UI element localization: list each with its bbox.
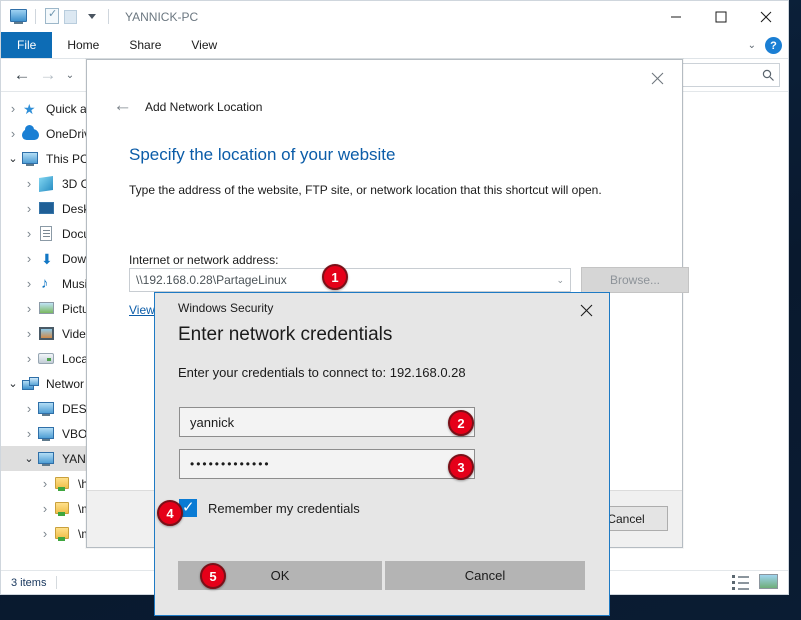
quick-access-toolbar xyxy=(1,7,115,27)
badge-5: 5 xyxy=(200,563,226,589)
window-controls xyxy=(653,1,788,32)
title-bar: YANNICK-PC xyxy=(1,1,788,32)
sidebar-item-label: Networ xyxy=(46,377,84,391)
shared-folder-icon xyxy=(53,526,73,542)
remember-credentials-label: Remember my credentials xyxy=(208,501,360,516)
view-mode-buttons xyxy=(732,574,778,591)
shared-folder-icon xyxy=(53,501,73,517)
chevron-right-icon[interactable]: › xyxy=(21,276,37,291)
maximize-icon[interactable] xyxy=(698,1,743,32)
local-disk-icon xyxy=(37,351,57,367)
details-view-icon[interactable] xyxy=(732,574,751,591)
network-icon xyxy=(21,376,41,392)
tab-view[interactable]: View xyxy=(176,32,232,58)
address-field-label: Internet or network address: xyxy=(129,253,278,267)
forward-arrow-icon[interactable]: → xyxy=(35,62,61,88)
chevron-right-icon[interactable]: › xyxy=(21,226,37,241)
cloud-icon xyxy=(21,126,41,142)
network-address-input[interactable]: \\192.168.0.28\PartageLinux ⌄ xyxy=(129,268,571,292)
security-cancel-button[interactable]: Cancel xyxy=(385,561,585,590)
chevron-right-icon[interactable]: › xyxy=(21,176,37,191)
browse-button[interactable]: Browse... xyxy=(581,267,689,293)
ribbon-right-controls: ⌄ ? xyxy=(748,32,782,59)
chevron-down-icon[interactable]: ⌄ xyxy=(556,275,564,286)
security-heading: Enter network credentials xyxy=(178,324,392,346)
chevron-right-icon[interactable]: › xyxy=(5,126,21,141)
security-prompt: Enter your credentials to connect to: 19… xyxy=(178,365,466,380)
help-icon[interactable]: ? xyxy=(765,37,782,54)
chevron-down-icon[interactable]: ⌄ xyxy=(5,377,21,390)
desktop-icon xyxy=(37,201,57,217)
3d-objects-icon xyxy=(37,176,57,192)
toolbar-divider xyxy=(35,9,36,24)
username-value: yannick xyxy=(190,415,234,430)
security-close-icon[interactable] xyxy=(573,299,599,321)
chevron-down-icon[interactable]: ⌄ xyxy=(748,40,756,51)
badge-1: 1 xyxy=(322,264,348,290)
chevron-down-icon[interactable]: ⌄ xyxy=(5,152,21,165)
view-examples-link[interactable]: View xyxy=(129,303,155,317)
sidebar-item-label: This PC xyxy=(46,152,89,166)
large-icons-view-icon[interactable] xyxy=(759,574,778,591)
tab-home[interactable]: Home xyxy=(52,32,114,58)
sidebar-item-label: OneDriv xyxy=(46,127,90,141)
chevron-right-icon[interactable]: › xyxy=(5,101,21,116)
dialog-title: Add Network Location xyxy=(145,100,262,114)
downloads-icon: ⬇ xyxy=(37,251,57,267)
security-dialog-title: Windows Security xyxy=(178,301,273,315)
badge-3: 3 xyxy=(448,454,474,480)
pictures-icon xyxy=(37,301,57,317)
remember-credentials-checkbox[interactable]: Remember my credentials xyxy=(179,499,360,517)
search-icon xyxy=(762,69,775,82)
chevron-right-icon[interactable]: › xyxy=(21,201,37,216)
status-divider xyxy=(56,576,57,589)
chevron-right-icon[interactable]: › xyxy=(21,251,37,266)
music-icon: ♪ xyxy=(37,276,57,292)
screen: YANNICK-PC File Home Share View ⌄ ? xyxy=(0,0,801,620)
chevron-right-icon[interactable]: › xyxy=(21,301,37,316)
sidebar-item-label: Quick a xyxy=(46,102,87,116)
password-input[interactable]: ••••••••••••• xyxy=(179,449,475,479)
window-title: YANNICK-PC xyxy=(125,10,198,24)
chevron-right-icon[interactable]: › xyxy=(21,351,37,366)
badge-4: 4 xyxy=(157,500,183,526)
computer-icon xyxy=(37,426,57,442)
documents-icon xyxy=(37,226,57,242)
computer-icon xyxy=(37,451,57,467)
close-icon[interactable] xyxy=(743,1,788,32)
chevron-right-icon[interactable]: › xyxy=(21,326,37,341)
dialog-description: Type the address of the website, FTP sit… xyxy=(129,183,602,197)
computer-icon xyxy=(37,401,57,417)
chevron-right-icon[interactable]: › xyxy=(37,476,53,491)
star-icon: ★ xyxy=(21,101,41,117)
ribbon-tabs: File Home Share View ⌄ ? xyxy=(1,32,788,59)
computer-icon xyxy=(21,151,41,167)
minimize-icon[interactable] xyxy=(653,1,698,32)
customize-caret-icon[interactable] xyxy=(82,7,102,27)
chevron-right-icon[interactable]: › xyxy=(37,526,53,541)
username-input[interactable]: yannick xyxy=(179,407,475,437)
badge-2: 2 xyxy=(448,410,474,436)
tab-file[interactable]: File xyxy=(1,32,52,58)
shared-folder-icon xyxy=(53,476,73,492)
dialog-close-icon[interactable] xyxy=(636,64,678,92)
dialog-heading: Specify the location of your website xyxy=(129,145,395,165)
chevron-right-icon[interactable]: › xyxy=(21,426,37,441)
videos-icon xyxy=(37,326,57,342)
chevron-right-icon[interactable]: › xyxy=(21,401,37,416)
chevron-right-icon[interactable]: › xyxy=(37,501,53,516)
new-folder-icon[interactable] xyxy=(62,7,82,27)
recent-locations-caret-icon[interactable]: ⌄ xyxy=(61,62,79,88)
chevron-down-icon[interactable]: ⌄ xyxy=(21,452,37,465)
properties-icon[interactable] xyxy=(42,7,62,27)
network-address-value: \\192.168.0.28\PartageLinux xyxy=(136,273,287,287)
back-arrow-icon[interactable]: ← xyxy=(9,62,35,88)
item-count: 3 items xyxy=(11,577,46,589)
dialog-back-icon[interactable]: ← xyxy=(113,96,135,118)
toolbar-divider-2 xyxy=(108,9,109,24)
password-value: ••••••••••••• xyxy=(190,457,271,471)
computer-icon[interactable] xyxy=(9,7,29,27)
tab-share[interactable]: Share xyxy=(114,32,176,58)
